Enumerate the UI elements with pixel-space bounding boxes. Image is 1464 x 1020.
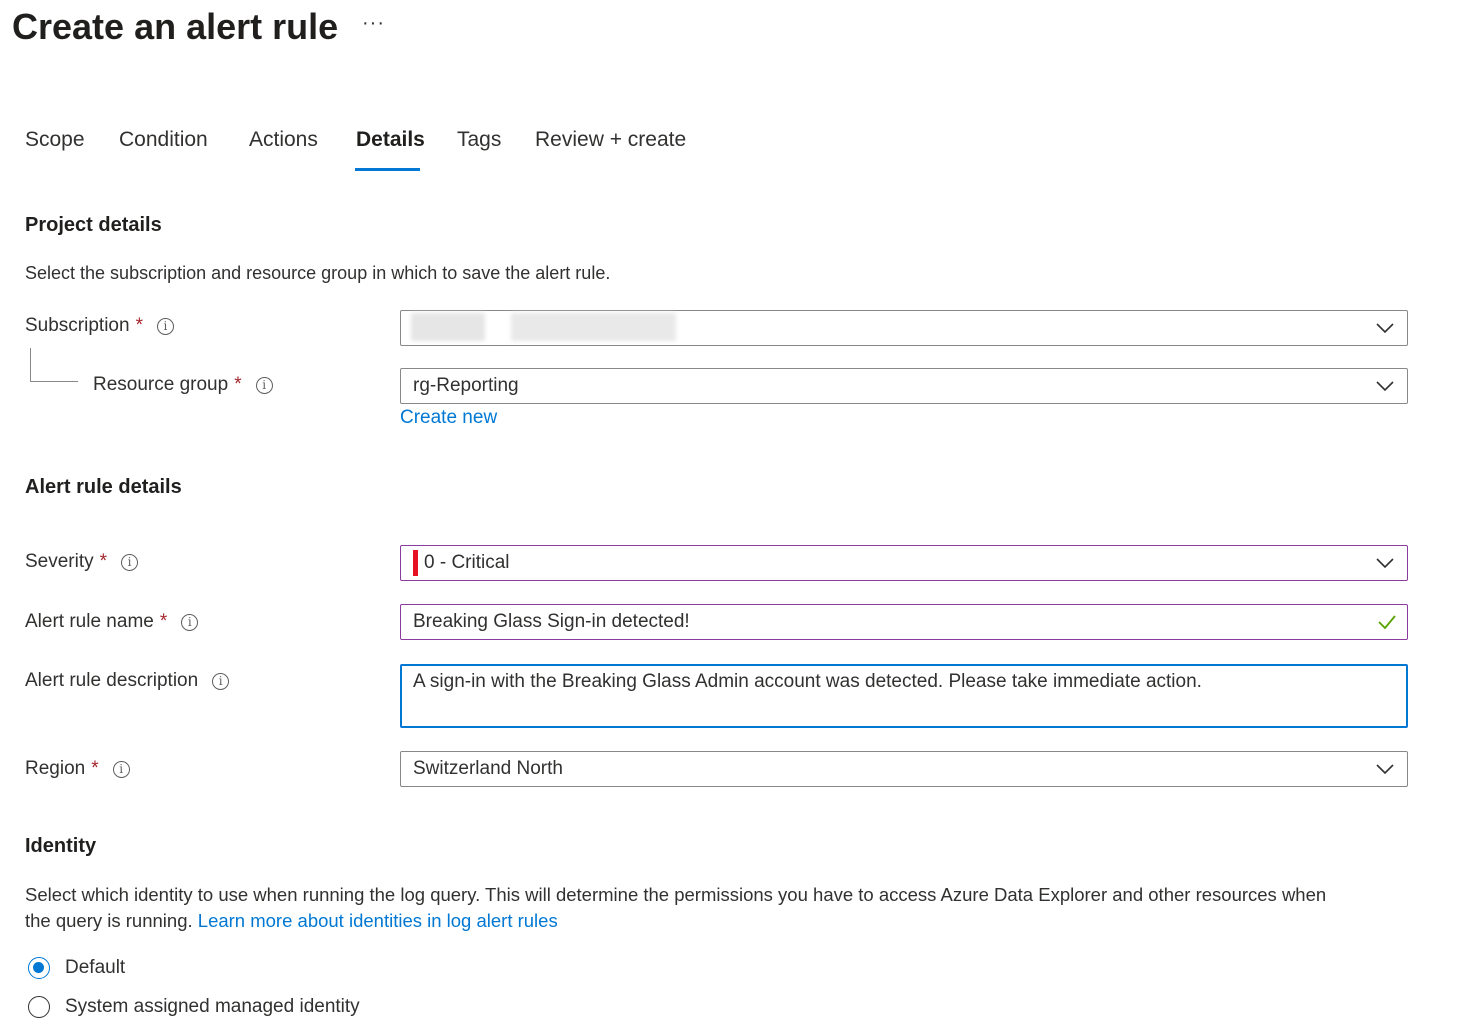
page-title: Create an alert rule <box>12 6 339 47</box>
more-icon[interactable]: ··· <box>362 12 385 35</box>
alert-rule-page: Create an alert rule ··· Scope Condition… <box>0 0 1464 1020</box>
alert-rule-name-value: Breaking Glass Sign-in detected! <box>413 611 690 632</box>
chevron-down-icon <box>1376 381 1394 392</box>
resource-group-dropdown[interactable]: rg-Reporting <box>400 368 1408 404</box>
subscription-label: Subscription * i <box>25 315 174 337</box>
info-icon[interactable]: i <box>121 553 139 571</box>
region-dropdown[interactable]: Switzerland North <box>400 751 1408 787</box>
severity-label-text: Severity <box>25 551 94 572</box>
resource-group-label-text: Resource group <box>93 374 229 395</box>
required-marker: * <box>91 758 99 779</box>
radio-default[interactable] <box>28 957 50 979</box>
identity-heading: Identity <box>25 835 97 857</box>
tab-actions[interactable]: Actions <box>249 128 318 152</box>
required-marker: * <box>135 315 143 336</box>
required-marker: * <box>159 611 168 632</box>
resource-group-label: Resource group * i <box>93 374 273 396</box>
radio-system-assigned-identity[interactable] <box>28 996 50 1018</box>
tab-review-create[interactable]: Review + create <box>535 128 686 152</box>
project-details-description: Select the subscription and resource gro… <box>25 263 611 283</box>
identity-description-text: the query is running. <box>25 910 193 931</box>
alert-rule-description-textarea[interactable]: A sign-in with the Breaking Glass Admin … <box>400 664 1408 728</box>
region-label: Region * i <box>25 758 130 780</box>
severity-label: Severity * i <box>25 551 139 573</box>
chevron-down-icon <box>1376 323 1394 334</box>
chevron-down-icon <box>1376 558 1394 569</box>
tab-tags[interactable]: Tags <box>457 128 501 152</box>
chevron-down-icon <box>1376 764 1394 775</box>
severity-value: 0 - Critical <box>424 552 510 573</box>
info-icon[interactable]: i <box>112 760 130 778</box>
severity-color-indicator <box>413 550 418 576</box>
tab-bar: Scope Condition Actions Details Tags Rev… <box>0 128 720 174</box>
checkmark-icon <box>1378 615 1396 630</box>
alert-rule-name-label: Alert rule name * i <box>25 611 199 633</box>
info-icon[interactable]: i <box>212 672 230 690</box>
radio-default-label: Default <box>65 957 126 978</box>
redacted-subscription-part <box>411 313 485 341</box>
info-icon[interactable]: i <box>156 317 174 335</box>
identity-description-line2: the query is running. Learn more about i… <box>25 910 558 932</box>
tab-scope[interactable]: Scope <box>25 128 85 152</box>
tab-condition[interactable]: Condition <box>119 128 208 152</box>
info-icon[interactable]: i <box>181 613 199 631</box>
alert-rule-description-label: Alert rule description i <box>25 670 230 692</box>
subscription-label-text: Subscription <box>25 315 130 336</box>
required-marker: * <box>234 374 242 395</box>
radio-system-assigned-identity-label: System assigned managed identity <box>65 996 360 1017</box>
region-label-text: Region <box>25 758 86 779</box>
region-value: Switzerland North <box>413 758 563 779</box>
resource-group-value: rg-Reporting <box>413 375 519 396</box>
tab-details[interactable]: Details <box>356 128 425 152</box>
active-tab-indicator <box>355 168 420 171</box>
redacted-subscription-part <box>511 313 676 341</box>
required-marker: * <box>99 551 108 572</box>
severity-dropdown[interactable]: 0 - Critical <box>400 545 1408 581</box>
identity-description-line1: Select which identity to use when runnin… <box>25 884 1327 905</box>
subscription-dropdown[interactable] <box>400 310 1408 346</box>
alert-rule-description-value: A sign-in with the Breaking Glass Admin … <box>413 671 1202 692</box>
create-new-link[interactable]: Create new <box>400 407 497 429</box>
info-icon[interactable]: i <box>255 376 273 394</box>
tree-connector-horizontal <box>30 381 78 382</box>
alert-rule-name-label-text: Alert rule name <box>25 611 154 632</box>
alert-rule-details-heading: Alert rule details <box>25 476 182 498</box>
learn-more-identities-link[interactable]: Learn more about identities in log alert… <box>198 910 558 931</box>
alert-rule-description-label-text: Alert rule description <box>25 670 199 691</box>
alert-rule-name-input[interactable]: Breaking Glass Sign-in detected! <box>400 604 1408 640</box>
tree-connector-vertical <box>30 348 31 382</box>
project-details-heading: Project details <box>25 214 162 236</box>
